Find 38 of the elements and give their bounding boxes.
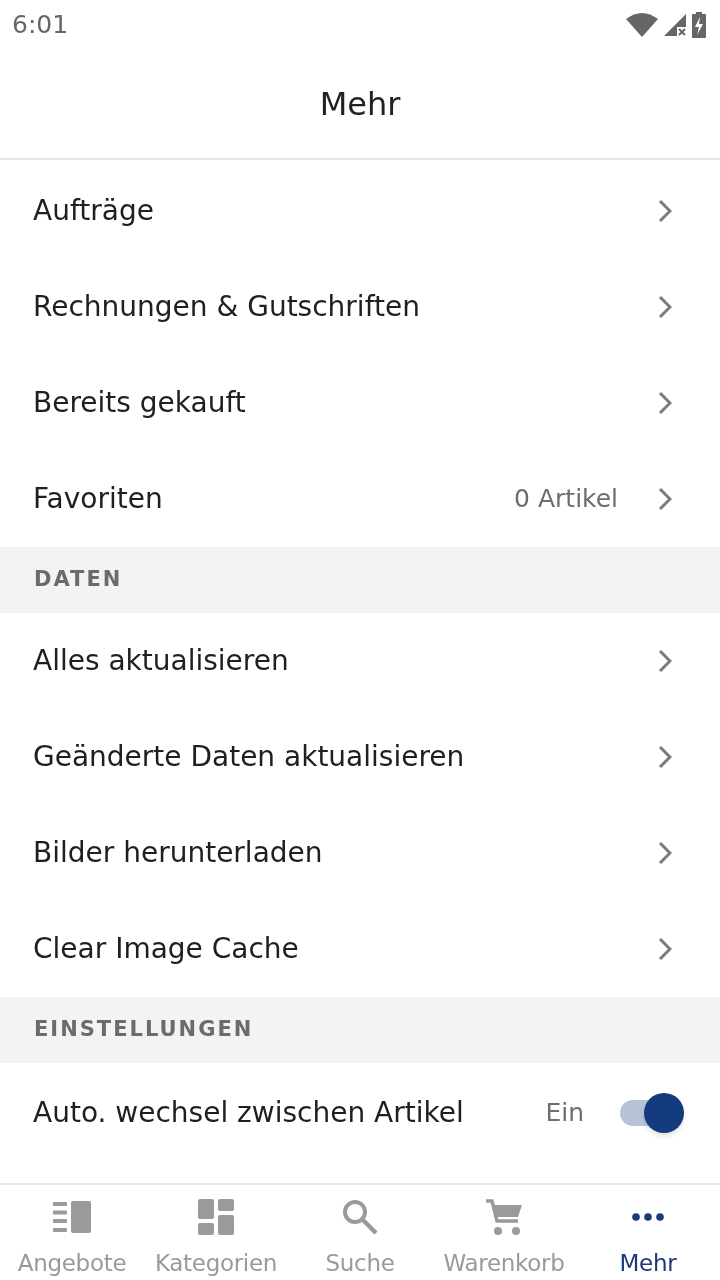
list-icon [53,1201,91,1234]
section-title: DATEN [34,566,123,594]
status-time: 6:01 [12,9,69,42]
row-value: 0 Artikel [514,483,618,516]
chevron-right-icon [658,295,672,319]
dashboard-icon [198,1199,234,1236]
battery-icon [692,12,706,38]
nav-tab[interactable]: Mehr [576,1185,720,1280]
cart-icon [484,1197,524,1238]
row-value: Ein [545,1097,584,1130]
nav-label: Angebote [17,1248,127,1278]
chevron-right-icon [658,937,672,961]
chevron-right-icon [658,649,672,673]
chevron-right-icon [658,745,672,769]
nav-label: Suche [325,1248,395,1278]
more-icon [632,1213,664,1222]
row-label: Alles aktualisieren [33,643,290,679]
nav-label: Kategorien [154,1248,278,1278]
chevron-right-icon [658,199,672,223]
toggle-switch[interactable] [618,1091,686,1135]
row-label: Rechnungen & Gutschriften [33,289,421,325]
nav-label: Mehr [619,1248,677,1278]
page-title: Mehr [319,84,401,125]
chevron-right-icon [658,391,672,415]
row-label: Geänderte Daten aktualisieren [33,739,466,775]
search-icon [342,1199,378,1236]
row-label: Bereits gekauft [33,385,247,421]
row-label: Auto. wechsel zwischen Artikel [33,1095,465,1131]
nav-label: Warenkorb [443,1248,565,1278]
row-label: Favoriten [33,481,164,517]
chevron-right-icon [658,841,672,865]
signal-icon [664,14,686,36]
row-label: Aufträge [33,193,155,229]
row-label: Bilder herunterladen [33,835,324,871]
section-title: EINSTELLUNGEN [34,1016,254,1044]
row-label: Clear Image Cache [33,931,300,967]
wifi-icon [626,13,658,37]
chevron-right-icon [658,487,672,511]
